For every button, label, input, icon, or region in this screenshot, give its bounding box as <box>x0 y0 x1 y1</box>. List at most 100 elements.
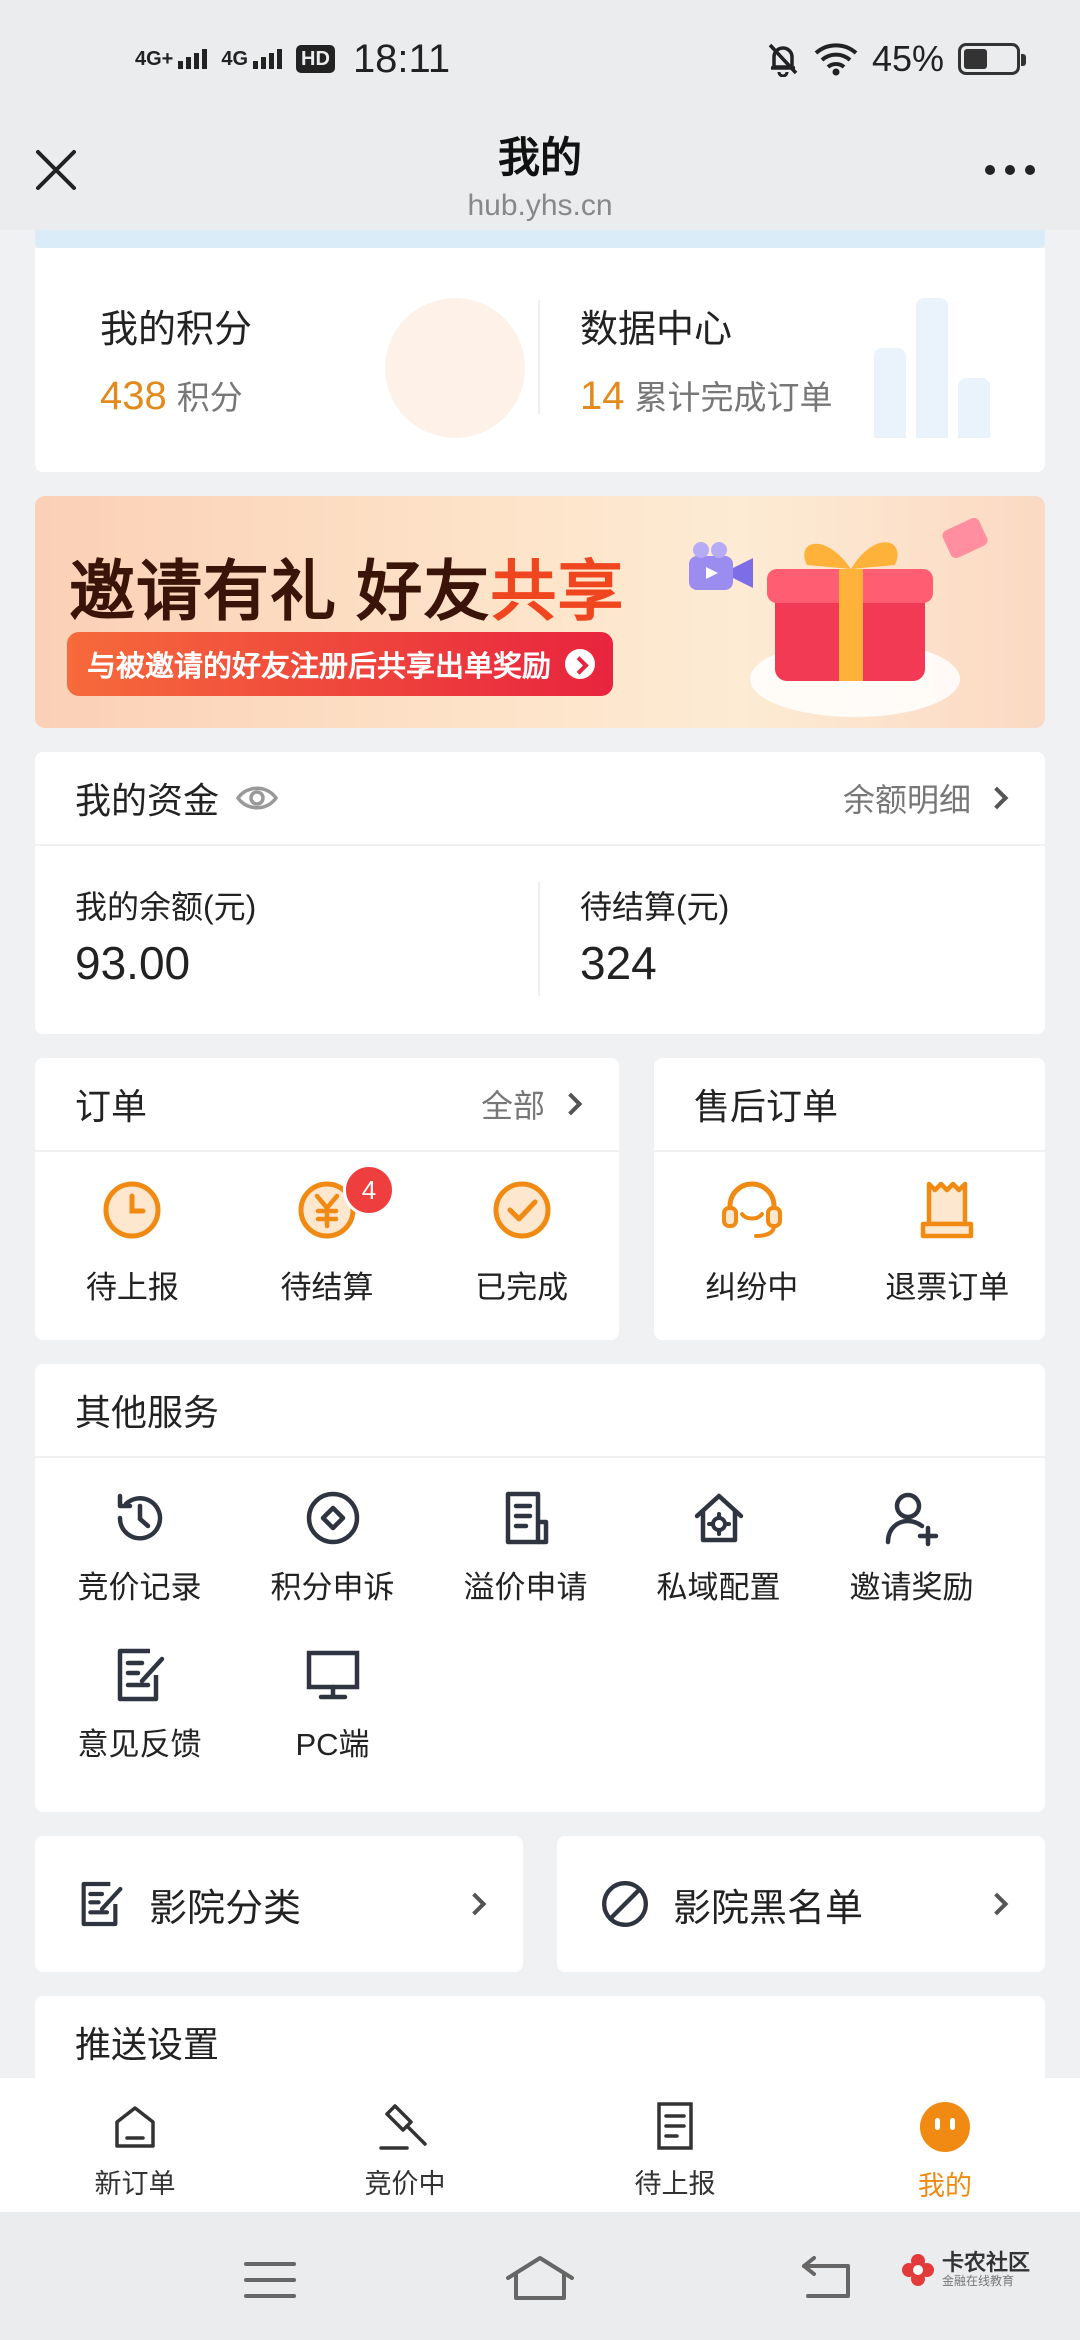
signal-bars-icon <box>178 49 208 69</box>
all-orders-link[interactable]: 全部 <box>480 1081 583 1127</box>
service-feedback[interactable]: 意见反馈 <box>43 1645 236 1764</box>
order-completed[interactable]: 已完成 <box>442 1178 602 1307</box>
push-settings-title: 推送设置 <box>75 2024 220 2065</box>
balance-section[interactable]: 我的余额(元) 93.00 <box>75 882 256 990</box>
services-header: 其他服务 <box>35 1364 1045 1458</box>
status-bar: 4G+ 4G HD 18:11 45% <box>0 0 1080 118</box>
signal-type-2: 4G <box>221 48 249 70</box>
data-center-value-row: 14 累计完成订单 <box>580 371 833 419</box>
after-sales-dispute[interactable]: 纠纷中 <box>672 1178 832 1307</box>
signal-bars-icon <box>253 49 283 69</box>
invite-banner[interactable]: 邀请有礼 好友共享 与被邀请的好友注册后共享出单奖励 <box>35 496 1045 728</box>
after-sales-header: 售后订单 <box>654 1058 1045 1152</box>
wifi-icon <box>814 43 858 76</box>
page-title: 我的 <box>497 134 582 181</box>
signal-type-1: 4G+ <box>135 48 174 70</box>
watermark-text: 卡农社区 <box>942 2250 1031 2275</box>
completed-orders-value: 14 <box>580 374 625 418</box>
signal-4g-plus: 4G+ <box>135 48 208 70</box>
order-pending-settle[interactable]: 4 待结算 <box>247 1164 407 1307</box>
arrow-right-icon <box>565 649 596 679</box>
service-premium-apply[interactable]: 溢价申请 <box>429 1488 622 1607</box>
banner-title-highlight: 共享 <box>490 554 625 628</box>
order-pending-report[interactable]: 待上报 <box>52 1178 212 1307</box>
service-label: 邀请奖励 <box>849 1570 974 1605</box>
diamond-icon <box>306 1491 359 1545</box>
after-sales-item-label: 退票订单 <box>885 1270 1010 1305</box>
status-bar-left: 4G+ 4G HD 18:11 <box>135 37 450 82</box>
tab-label: 我的 <box>918 2171 972 2201</box>
banner-title-part1: 邀请有礼 好友 <box>69 554 491 628</box>
orders-items: 待上报 4 待结算 已完成 <box>35 1152 619 1307</box>
top-strip <box>35 230 1045 248</box>
banner-subtitle-pill[interactable]: 与被邀请的好友注册后共享出单奖励 <box>67 632 614 696</box>
scroll-content[interactable]: 我的积分 438 积分 数据中心 14 累计完成订单 邀请有礼 好友共享 与被邀请的… <box>0 230 1080 2078</box>
list-icon <box>657 2102 693 2150</box>
balance-detail-link[interactable]: 余额明细 <box>842 775 1009 821</box>
tab-bidding[interactable]: 竞价中 <box>270 2078 540 2212</box>
web-titlebar: 我的 hub.yhs.cn <box>0 118 1080 230</box>
system-nav-bar: 卡农社区 金融在线教育 <box>0 2212 1080 2340</box>
completed-orders-unit: 累计完成订单 <box>634 379 833 416</box>
banner-subtitle: 与被邀请的好友注册后共享出单奖励 <box>87 651 552 683</box>
user-add-icon <box>885 1492 938 1547</box>
document-icon <box>505 1491 548 1545</box>
bar-chart-deco-icon <box>874 298 990 438</box>
funds-card: 我的资金 余额明细 我的余额(元) 93.00 待结算(元) 324 <box>35 752 1045 1034</box>
edit-icon <box>117 1648 164 1702</box>
back-nav-icon[interactable] <box>798 2256 854 2300</box>
data-center[interactable]: 数据中心 14 累计完成订单 <box>580 298 833 419</box>
service-pc[interactable]: PC端 <box>236 1645 429 1764</box>
service-private-config[interactable]: 私域配置 <box>622 1488 815 1607</box>
funds-title-row: 我的资金 <box>75 772 279 824</box>
tab-pending-report[interactable]: 待上报 <box>540 2078 810 2212</box>
cinema-blacklist-button[interactable]: 影院黑名单 <box>557 1836 1045 1972</box>
push-settings-card[interactable]: 推送设置 <box>35 1996 1045 2078</box>
after-sales-refund[interactable]: 退票订单 <box>867 1178 1027 1307</box>
clock-icon <box>103 1181 161 1239</box>
my-points[interactable]: 我的积分 438 积分 <box>100 298 252 419</box>
balance-detail-label: 余额明细 <box>842 782 971 818</box>
watermark-logo: 卡农社区 金融在线教育 <box>900 2252 1030 2288</box>
tab-mine[interactable]: 我的 <box>810 2078 1080 2212</box>
all-orders-label: 全部 <box>480 1088 545 1124</box>
tab-new-orders[interactable]: 新订单 <box>0 2078 270 2212</box>
orders-header: 订单 全部 <box>35 1058 619 1152</box>
headset-icon <box>721 1181 782 1238</box>
battery-percent: 45% <box>871 38 944 79</box>
service-label: 竞价记录 <box>77 1570 202 1605</box>
service-label: PC端 <box>295 1727 370 1762</box>
divider <box>538 882 540 996</box>
after-sales-title: 售后订单 <box>694 1086 839 1127</box>
home-nav-icon[interactable] <box>504 2254 576 2302</box>
flower-logo-icon <box>902 2254 934 2287</box>
menu-icon[interactable] <box>244 2260 296 2300</box>
service-label: 意见反馈 <box>77 1727 202 1762</box>
after-sales-items: 纠纷中 退票订单 <box>654 1152 1045 1307</box>
tab-label: 待上报 <box>634 2169 716 2199</box>
home-icon <box>115 2106 155 2148</box>
service-invite-reward[interactable]: 邀请奖励 <box>815 1488 1008 1607</box>
more-options-icon[interactable] <box>980 158 1040 182</box>
order-item-label: 待上报 <box>85 1270 179 1305</box>
service-points-appeal[interactable]: 积分申诉 <box>236 1488 429 1607</box>
funds-title: 我的资金 <box>75 780 220 821</box>
battery-fill <box>964 49 987 69</box>
battery-icon <box>958 43 1026 75</box>
service-bid-history[interactable]: 竞价记录 <box>43 1488 236 1607</box>
watermark-text-block: 卡农社区 金融在线教育 <box>942 2250 1031 2289</box>
points-unit: 积分 <box>176 379 243 416</box>
chevron-right-icon <box>985 1892 1009 1916</box>
tab-label: 新订单 <box>94 2169 176 2199</box>
services-grid: 竞价记录 积分申诉 溢价申请 私域配置 邀请奖励 意见反馈 PC端 <box>35 1488 1045 1764</box>
points-value: 438 <box>100 374 167 418</box>
eye-icon[interactable] <box>235 783 279 813</box>
cinema-category-button[interactable]: 影院分类 <box>35 1836 523 1972</box>
ban-icon <box>602 1881 648 1927</box>
home-gear-icon <box>694 1493 743 1543</box>
service-label: 积分申诉 <box>270 1570 395 1605</box>
close-icon[interactable] <box>30 144 82 196</box>
points-label: 我的积分 <box>100 309 253 351</box>
pending-section[interactable]: 待结算(元) 324 <box>580 882 729 990</box>
edit-list-icon <box>81 1881 123 1927</box>
